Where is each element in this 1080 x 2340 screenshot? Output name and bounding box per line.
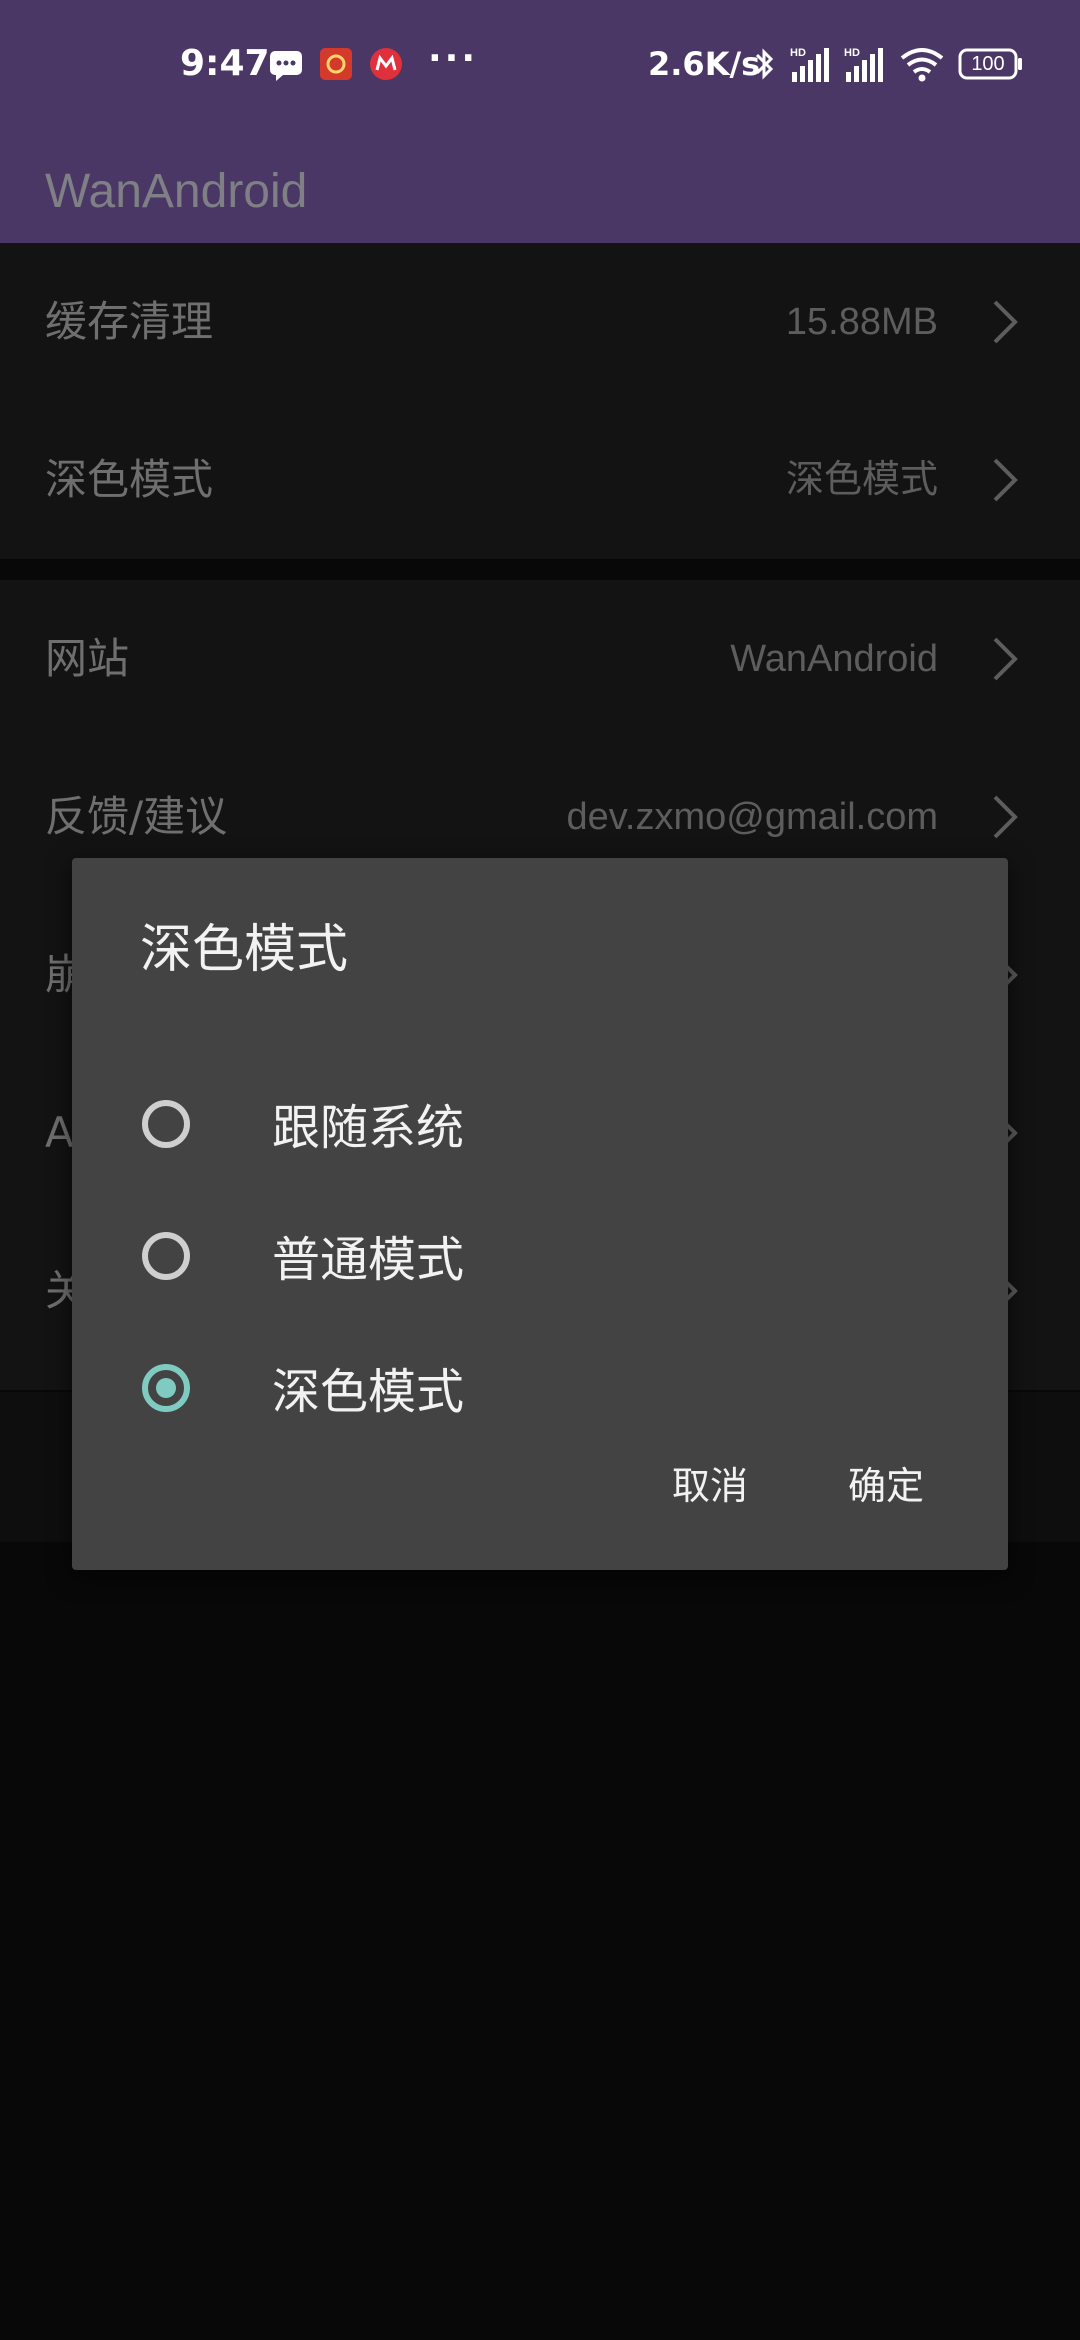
ok-button[interactable]: 确定 [830,1450,942,1522]
dialog-title: 深色模式 [140,920,349,980]
metro-icon [370,48,402,80]
bluetooth-icon [755,48,774,80]
dark-mode-dialog: 深色模式 跟随系统 普通模式 深色模式 取消 确定 [72,858,1008,1570]
signal-hd-icon: HD [790,47,829,82]
option-label: 普通模式 [272,1232,465,1288]
wifi-icon [900,48,944,82]
option-follow-system[interactable]: 跟随系统 [72,1062,1008,1194]
battery-level: 100 [971,53,1005,75]
app-bar: WanAndroid [0,128,1080,243]
more-dots-icon: ··· [428,38,479,79]
cancel-button[interactable]: 取消 [654,1450,766,1522]
radio-button[interactable] [142,1100,190,1148]
option-label: 深色模式 [272,1364,465,1420]
status-time: 9:47 [180,43,270,84]
radio-button-checked[interactable] [142,1364,190,1412]
svg-text:HD: HD [844,47,860,59]
option-normal-mode[interactable]: 普通模式 [72,1194,1008,1326]
status-bar: 9:47 ··· 2.6K/s HD HD 100 [0,0,1080,128]
signal-hd-icon-2: HD [844,47,883,82]
app-title: WanAndroid [45,165,308,218]
battery-icon: 100 [958,44,1024,84]
network-speed: 2.6K/s [648,45,761,83]
app-badge-icon [320,48,352,80]
option-label: 跟随系统 [272,1100,465,1156]
message-icon [270,51,302,81]
option-dark-mode[interactable]: 深色模式 [72,1326,1008,1458]
svg-text:HD: HD [790,47,806,59]
radio-button[interactable] [142,1232,190,1280]
